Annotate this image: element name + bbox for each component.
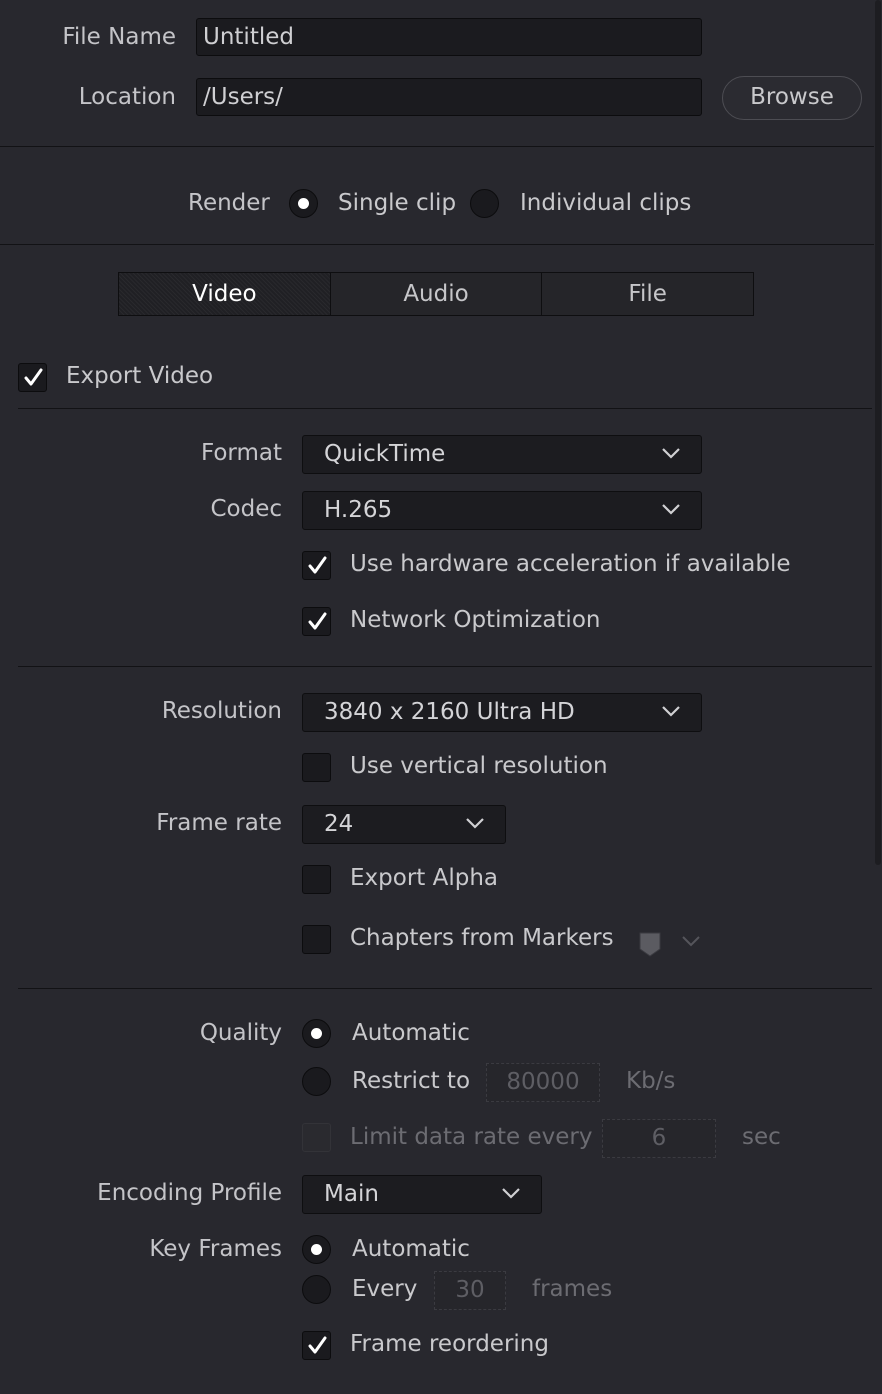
limit-data-rate-label: Limit data rate every xyxy=(350,1124,593,1150)
export-video-checkbox[interactable] xyxy=(18,363,47,392)
file-name-label: File Name xyxy=(62,24,176,50)
location-input[interactable]: /Users/ xyxy=(196,78,702,116)
checkmark-icon xyxy=(308,1336,327,1354)
key-frames-every-label[interactable]: Every xyxy=(352,1276,417,1302)
resolution-select[interactable]: 3840 x 2160 Ultra HD xyxy=(302,693,702,732)
divider xyxy=(0,244,874,245)
frame-rate-select[interactable]: 24 xyxy=(302,805,506,844)
vertical-resolution-label: Use vertical resolution xyxy=(350,753,608,779)
quality-unit-label: Kb/s xyxy=(626,1068,676,1094)
chevron-down-icon xyxy=(662,448,680,459)
checkmark-icon xyxy=(308,556,327,574)
export-video-label: Export Video xyxy=(66,363,214,389)
quality-label: Quality xyxy=(199,1020,282,1046)
checkmark-icon xyxy=(308,612,327,630)
frame-reordering-checkbox[interactable] xyxy=(302,1331,331,1360)
resolution-label: Resolution xyxy=(161,698,282,724)
render-single-clip-radio[interactable] xyxy=(289,189,318,218)
resolution-value: 3840 x 2160 Ultra HD xyxy=(324,699,575,725)
key-frames-label: Key Frames xyxy=(149,1236,282,1262)
key-frames-unit-label: frames xyxy=(532,1276,613,1302)
key-frames-every-input[interactable]: 30 xyxy=(434,1271,506,1310)
location-label: Location xyxy=(78,84,176,110)
network-optimization-label: Network Optimization xyxy=(350,607,601,633)
encoding-profile-label: Encoding Profile xyxy=(97,1180,282,1206)
quality-restrict-input[interactable]: 80000 xyxy=(486,1063,600,1102)
chevron-down-icon[interactable] xyxy=(681,934,701,948)
limit-data-rate-unit: sec xyxy=(742,1124,781,1150)
divider xyxy=(18,988,872,989)
export-alpha-label: Export Alpha xyxy=(350,865,498,891)
network-optimization-checkbox[interactable] xyxy=(302,607,331,636)
quality-restrict-radio[interactable] xyxy=(302,1067,331,1096)
frame-reordering-label: Frame reordering xyxy=(350,1331,549,1357)
limit-data-rate-input[interactable]: 6 xyxy=(602,1119,716,1158)
vertical-resolution-checkbox[interactable] xyxy=(302,753,331,782)
format-select[interactable]: QuickTime xyxy=(302,435,702,474)
divider xyxy=(0,146,874,147)
format-label: Format xyxy=(200,440,282,466)
key-frames-every-radio[interactable] xyxy=(302,1275,331,1304)
quality-restrict-label[interactable]: Restrict to xyxy=(352,1068,470,1094)
quality-automatic-label[interactable]: Automatic xyxy=(352,1020,470,1046)
tab-audio[interactable]: Audio xyxy=(331,273,543,315)
codec-value: H.265 xyxy=(324,497,393,523)
hardware-acceleration-label: Use hardware acceleration if available xyxy=(350,551,791,577)
chevron-down-icon xyxy=(502,1188,520,1199)
render-label: Render xyxy=(188,190,270,216)
frame-rate-value: 24 xyxy=(324,811,354,837)
encoding-profile-value: Main xyxy=(324,1181,379,1207)
tab-file[interactable]: File xyxy=(542,273,753,315)
marker-color-icon[interactable] xyxy=(639,931,661,957)
file-name-input[interactable]: Untitled xyxy=(196,18,702,56)
limit-data-rate-checkbox[interactable] xyxy=(302,1123,331,1152)
chapters-from-markers-label: Chapters from Markers xyxy=(350,925,614,951)
export-alpha-checkbox[interactable] xyxy=(302,865,331,894)
browse-button[interactable]: Browse xyxy=(722,76,862,120)
checkmark-icon xyxy=(24,368,43,386)
frame-rate-label: Frame rate xyxy=(156,810,282,836)
key-frames-automatic-label[interactable]: Automatic xyxy=(352,1236,470,1262)
key-frames-automatic-radio[interactable] xyxy=(302,1235,331,1264)
render-individual-clips-label[interactable]: Individual clips xyxy=(520,190,691,216)
chapters-from-markers-checkbox[interactable] xyxy=(302,925,331,954)
render-single-clip-label[interactable]: Single clip xyxy=(338,190,456,216)
chevron-down-icon xyxy=(662,504,680,515)
divider xyxy=(18,408,872,409)
tab-bar: Video Audio File xyxy=(118,272,754,316)
hardware-acceleration-checkbox[interactable] xyxy=(302,551,331,580)
divider xyxy=(18,666,872,667)
codec-select[interactable]: H.265 xyxy=(302,491,702,530)
format-value: QuickTime xyxy=(324,441,446,467)
encoding-profile-select[interactable]: Main xyxy=(302,1175,542,1214)
tab-video[interactable]: Video xyxy=(119,273,331,315)
codec-label: Codec xyxy=(210,496,282,522)
render-individual-clips-radio[interactable] xyxy=(470,189,499,218)
chevron-down-icon xyxy=(466,818,484,829)
quality-automatic-radio[interactable] xyxy=(302,1019,331,1048)
chevron-down-icon xyxy=(662,706,680,717)
vertical-scrollbar[interactable] xyxy=(875,0,881,865)
